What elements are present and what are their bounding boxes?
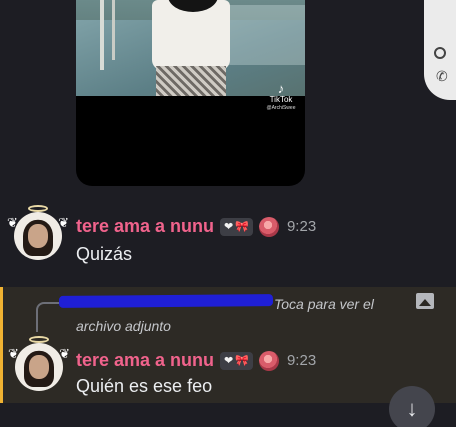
phone-icon[interactable]: ✆ — [436, 68, 448, 85]
message-text: Quizás — [76, 244, 133, 264]
wing-icon: ❦ — [58, 215, 69, 230]
halo-icon — [29, 336, 49, 343]
message-header: tere ama a nunu ❤ 🎀 9:23 — [76, 216, 316, 237]
rose-icon — [258, 216, 279, 237]
reply-preview[interactable]: Toca para ver el archivo adjunto — [76, 293, 396, 337]
rose-icon — [258, 350, 279, 371]
timestamp: 9:23 — [286, 352, 317, 369]
wing-icon: ❦ — [59, 346, 70, 361]
user-badge[interactable]: ❤ 🎀 — [220, 351, 253, 370]
message-text: Quién es ese feo — [76, 376, 213, 396]
heart-icon: ❤ — [224, 354, 234, 367]
wing-icon: ❦ — [8, 346, 19, 361]
bow-icon: 🎀 — [235, 354, 249, 367]
avatar[interactable]: ❦ ❦ — [7, 205, 69, 260]
username[interactable]: tere ama a nunu — [76, 350, 214, 371]
tiktok-logo-icon: ♪ — [277, 81, 285, 96]
call-widget[interactable]: ✆ — [424, 0, 456, 100]
message[interactable]: ❦ ❦ tere ama a nunu ❤ 🎀 9:23 Quizás — [0, 204, 456, 276]
halo-icon — [28, 205, 48, 212]
wing-icon: ❦ — [7, 215, 18, 230]
tiktok-handle: @ArchiSwee — [266, 105, 296, 111]
scroll-to-bottom-button[interactable]: ↓ — [389, 386, 435, 427]
tiktok-brand: TikTok — [269, 95, 293, 104]
call-indicator-icon — [434, 47, 446, 59]
bow-icon: 🎀 — [235, 220, 249, 233]
tiktok-watermark: ♪ TikTok @ArchiSwee — [261, 82, 301, 113]
video-attachment[interactable]: ♪ TikTok @ArchiSwee — [76, 0, 305, 186]
message-highlighted[interactable]: Toca para ver el archivo adjunto ❦ ❦ ter… — [0, 287, 456, 403]
heart-icon: ❤ — [224, 220, 234, 233]
username[interactable]: tere ama a nunu — [76, 216, 214, 237]
avatar[interactable]: ❦ ❦ — [8, 336, 70, 391]
arrow-down-icon: ↓ — [406, 396, 418, 421]
message-header: tere ama a nunu ❤ 🎀 9:23 — [76, 350, 316, 371]
user-badge[interactable]: ❤ 🎀 — [220, 217, 253, 236]
timestamp: 9:23 — [286, 218, 317, 235]
image-icon — [416, 293, 434, 309]
